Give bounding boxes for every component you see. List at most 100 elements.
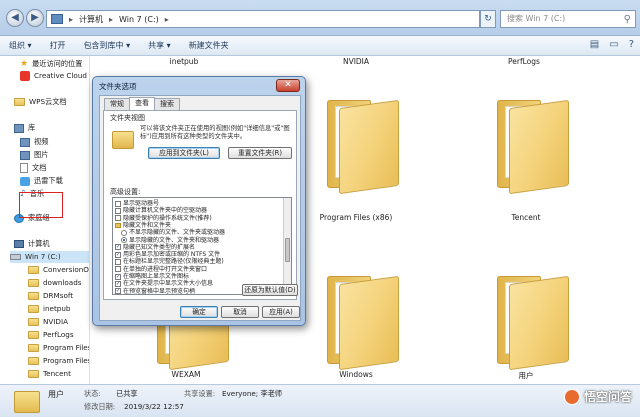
advanced-setting-row[interactable]: ✓ 在缩略图上显示文件图标 (115, 273, 189, 280)
checkbox-checked[interactable]: ✓ (115, 244, 121, 251)
view-options-icon[interactable]: ▤ (590, 39, 599, 50)
sidebar-item-inetpub[interactable]: inetpub (28, 303, 70, 315)
folder-windows[interactable] (321, 272, 407, 371)
sidebar-item-conversionout[interactable]: ConversionOut (28, 264, 89, 276)
tab-view[interactable]: 查看 (129, 97, 155, 110)
advanced-setting-label: 显示驱动器号 (123, 200, 160, 207)
help-icon[interactable]: ? (629, 39, 634, 50)
share-value: Everyone; 李老师 (222, 389, 283, 398)
checkbox-checked[interactable]: ✓ (115, 251, 121, 258)
checkbox-unchecked[interactable] (115, 258, 121, 265)
checkbox-unchecked[interactable] (115, 200, 121, 207)
sidebar-item-xunlei[interactable]: 迅雷下载 (20, 175, 63, 187)
advanced-setting-row[interactable]: 隐藏计算机文件夹中的空驱动器 (115, 207, 207, 214)
advanced-setting-row[interactable]: ✓ 在文件夹提示中显示文件大小信息 (115, 280, 213, 287)
scrollbar-thumb[interactable] (285, 238, 290, 262)
folder-label-users[interactable]: 用户 (476, 370, 576, 381)
state-label: 状态: (84, 389, 101, 398)
sidebar-item-perflogs[interactable]: PerfLogs (28, 329, 74, 341)
restore-defaults-button[interactable]: 还原为默认值(D) (242, 284, 298, 296)
organize-button[interactable]: 组织 ▾ (0, 40, 41, 51)
sidebar-item-documents[interactable]: 文档 (20, 162, 46, 174)
sidebar-item-libraries[interactable]: 库 (14, 122, 35, 134)
advanced-setting-row[interactable]: 隐藏受保护的操作系统文件(推荐) (115, 215, 212, 222)
folder-perflogs[interactable] (491, 96, 577, 195)
close-icon[interactable]: ✕ (276, 79, 300, 92)
folder-view-description: 可以将该文件夹正在使用的视图(例如"详细信息"或"图标")应用到所有这种类型的文… (140, 125, 290, 140)
search-icon: ⚲ (623, 14, 631, 25)
folder-users[interactable] (491, 272, 577, 371)
cancel-button[interactable]: 取消 (221, 306, 259, 318)
apply-to-folders-button[interactable]: 应用到文件夹(L) (148, 147, 220, 159)
folder-label-inetpub[interactable]: inetpub (134, 57, 234, 66)
advanced-setting-row[interactable]: 显示隐藏的文件、文件夹和驱动器 (121, 237, 219, 244)
computer-icon (14, 240, 24, 248)
modified-label: 修改日期: (84, 402, 116, 411)
search-input[interactable]: 搜索 Win 7 (C:) ⚲ (500, 10, 636, 28)
advanced-setting-row[interactable]: 在标题栏显示完整路径(仅限经典主题) (115, 258, 224, 265)
advanced-settings-list[interactable]: 显示驱动器号 隐藏计算机文件夹中的空驱动器 隐藏受保护的操作系统文件(推荐) 隐藏文件… (112, 197, 292, 295)
breadcrumb-computer[interactable]: 计算机 (79, 14, 103, 25)
open-button[interactable]: 打开 (41, 40, 75, 51)
folder-label-windows[interactable]: Windows (306, 370, 406, 379)
advanced-setting-label: 在文件夹提示中显示文件大小信息 (123, 280, 214, 288)
folder-icon (339, 99, 399, 195)
address-input[interactable]: ▸ 计算机 ▸ Win 7 (C:) ▸ (46, 10, 480, 28)
folder-icon (28, 357, 39, 365)
advanced-setting-row[interactable]: 在单独的进程中打开文件夹窗口 (115, 266, 207, 273)
new-folder-button[interactable]: 新建文件夹 (180, 40, 238, 51)
sidebar-item-c-drive[interactable]: Win 7 (C:) (10, 251, 89, 263)
preview-pane-icon[interactable]: ▭ (609, 39, 618, 50)
back-button[interactable]: ◀ (6, 9, 24, 27)
folder-label-perflogs[interactable]: PerfLogs (474, 57, 574, 66)
sidebar-item-creative-cloud[interactable]: Creative Cloud Fi (20, 70, 89, 82)
advanced-setting-label: 显示隐藏的文件、文件夹和驱动器 (129, 236, 220, 244)
search-placeholder: 搜索 Win 7 (C:) (507, 14, 566, 23)
checkbox-unchecked[interactable] (115, 215, 121, 222)
sidebar-item-drmsoft[interactable]: DRMsoft (28, 290, 73, 302)
folder-label-tencent[interactable]: Tencent (476, 213, 576, 222)
advanced-settings-title: 高级设置: (110, 188, 141, 196)
advanced-setting-row[interactable]: 隐藏文件和文件夹 (115, 222, 171, 229)
checkbox-checked[interactable]: ✓ (115, 273, 121, 280)
checkbox-unchecked[interactable] (115, 266, 121, 273)
folder-nvidia[interactable] (321, 96, 407, 195)
folder-label-wexam[interactable]: WEXAM (136, 370, 236, 379)
ok-button[interactable]: 确定 (180, 306, 218, 318)
sidebar-item-videos[interactable]: 视频 (20, 136, 48, 148)
include-in-library-button[interactable]: 包含到库中 ▾ (75, 40, 140, 51)
sidebar-item-pictures[interactable]: 图片 (20, 149, 48, 161)
advanced-setting-label: 在缩略图上显示文件图标 (123, 273, 190, 280)
advanced-setting-label: 隐藏计算机文件夹中的空驱动器 (123, 207, 208, 215)
document-icon (20, 163, 28, 173)
sidebar-item-program-files[interactable]: Program Files (28, 342, 89, 354)
sidebar-item-wps[interactable]: WPS云文档 (14, 96, 67, 108)
reset-folders-button[interactable]: 重置文件夹(R) (228, 147, 292, 159)
sidebar-item-recent[interactable]: ★ 最近访问的位置 (20, 58, 82, 70)
checkbox-unchecked[interactable] (115, 207, 121, 214)
sidebar-item-nvidia[interactable]: NVIDIA (28, 316, 68, 328)
tab-general[interactable]: 常规 (104, 98, 130, 110)
refresh-icon[interactable]: ↻ (480, 10, 496, 28)
checkbox-checked[interactable]: ✓ (115, 288, 121, 294)
share-button[interactable]: 共享 ▾ (139, 40, 180, 51)
breadcrumb-drive[interactable]: Win 7 (C:) (119, 15, 159, 24)
advanced-setting-row[interactable]: ✓ 隐藏已知文件类型的扩展名 (115, 244, 195, 251)
tab-search[interactable]: 搜索 (154, 98, 180, 110)
advanced-setting-row[interactable]: 不显示隐藏的文件、文件夹或驱动器 (121, 229, 225, 236)
folder-label-program-files-x86[interactable]: Program Files (x86) (306, 213, 406, 222)
sidebar-item-program-files-x86[interactable]: Program Files (28, 355, 89, 367)
sidebar-item-tencent[interactable]: Tencent (28, 368, 71, 380)
sidebar-item-downloads[interactable]: downloads (28, 277, 82, 289)
apply-button[interactable]: 应用(A) (262, 306, 300, 318)
radio-unselected[interactable] (121, 229, 127, 236)
advanced-setting-row[interactable]: ✓ 在预览窗格中显示预览句柄 (115, 288, 195, 294)
checkbox-checked[interactable]: ✓ (115, 280, 121, 287)
forward-button[interactable]: ▶ (26, 9, 44, 27)
scrollbar[interactable] (283, 198, 291, 294)
folder-label-nvidia[interactable]: NVIDIA (306, 57, 406, 66)
folder-icon (509, 275, 569, 371)
sidebar-item-computer[interactable]: 计算机 (14, 238, 50, 250)
radio-selected[interactable] (121, 237, 127, 243)
advanced-setting-row[interactable]: 显示驱动器号 (115, 200, 159, 207)
